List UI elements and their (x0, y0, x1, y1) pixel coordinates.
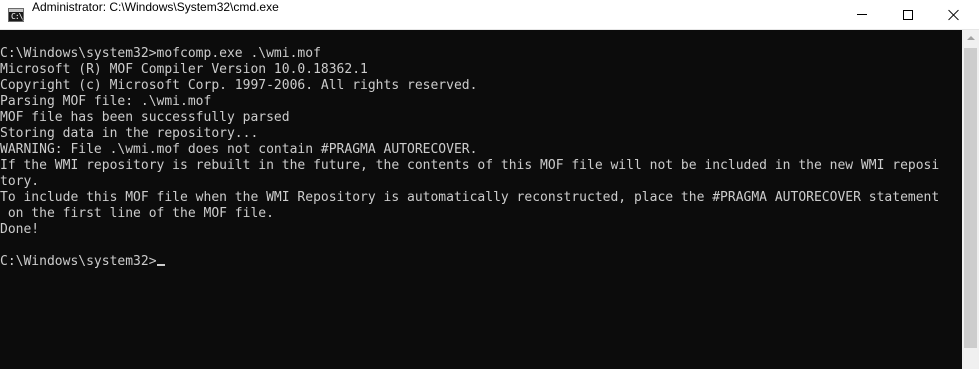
text-cursor (156, 264, 165, 266)
scroll-up-button[interactable] (962, 30, 979, 47)
console-line: C:\Windows\system32>mofcomp.exe .\wmi.mo… (0, 46, 321, 61)
cmd-window: C:\_ Administrator: C:\Windows\System32\… (0, 0, 979, 369)
console-line: If the WMI repository is rebuilt in the … (0, 158, 940, 173)
cmd-icon-prompt: C:\_ (11, 12, 27, 21)
prompt-text: C:\Windows\system32> (0, 254, 157, 269)
cmd-icon[interactable]: C:\_ (8, 8, 27, 22)
console-line: Copyright (c) Microsoft Corp. 1997-2006.… (0, 78, 478, 93)
title-bar[interactable]: C:\_ Administrator: C:\Windows\System32\… (0, 0, 979, 30)
console-line: Microsoft (R) MOF Compiler Version 10.0.… (0, 62, 368, 77)
minimize-icon (857, 14, 867, 15)
console-lines: C:\Windows\system32>mofcomp.exe .\wmi.mo… (0, 46, 962, 270)
maximize-button[interactable] (885, 0, 931, 30)
arrow-up-icon (967, 36, 975, 40)
console-output[interactable]: C:\Windows\system32>mofcomp.exe .\wmi.mo… (0, 30, 962, 369)
console-line: WARNING: File .\wmi.mof does not contain… (0, 142, 478, 157)
vertical-scrollbar[interactable] (962, 30, 979, 369)
window-title: Administrator: C:\Windows\System32\cmd.e… (32, 0, 279, 14)
console-line: on the first line of the MOF file. (0, 206, 274, 221)
console-line: Done! (0, 222, 40, 237)
maximize-icon (903, 10, 913, 20)
close-icon (948, 9, 960, 21)
console-line: To include this MOF file when the WMI Re… (0, 190, 940, 205)
console-line: Parsing MOF file: .\wmi.mof (0, 94, 212, 109)
close-button[interactable] (931, 0, 979, 30)
scroll-thumb[interactable] (964, 48, 977, 348)
console-line: tory. (0, 174, 40, 189)
console-line: Storing data in the repository... (0, 126, 259, 141)
console-line: MOF file has been successfully parsed (0, 110, 290, 125)
prompt-line[interactable]: C:\Windows\system32> (0, 254, 962, 270)
minimize-button[interactable] (839, 0, 885, 30)
